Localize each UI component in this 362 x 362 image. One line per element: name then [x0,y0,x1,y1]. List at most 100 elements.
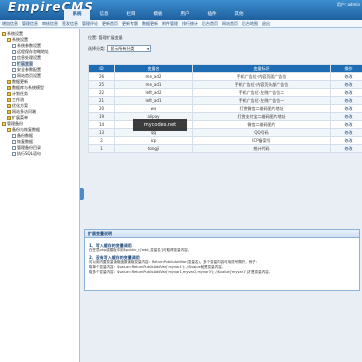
cell-label: 统计代码 [192,144,331,153]
tab-template[interactable]: 模板 [145,9,171,20]
folder-icon [7,110,11,114]
category-select-value: 显示所有分类 [110,46,135,51]
cell-varname: wx [114,104,193,113]
table-body: 26 me_ad2 手机广告位-内容页面广告位 修改 25 me_ad1 手机广告位-内容页… [88,72,362,153]
tab-system[interactable]: 系统 [64,9,90,20]
edit-link[interactable]: 修改 [330,144,362,153]
cell-label: 打赏微信二维码图片地址 [192,104,331,113]
edit-link[interactable]: 修改 [330,104,362,113]
edit-link[interactable]: 修改 [330,80,362,89]
column-header-varname[interactable]: 变量名 [114,64,193,73]
tab-plugin[interactable]: 插件 [199,9,225,20]
folder-icon [7,86,11,90]
edit-link[interactable]: 修改 [330,96,362,105]
help-text-2c: 取多个变量内容：$value=ReturnPublicAddVar('myvar… [89,270,273,274]
subnav-ranking[interactable]: 排行统计 [182,21,198,27]
table-row: 1 tongji 统计代码 修改 [88,144,362,153]
cell-label: 手机广告位-左侧广告位二 [192,88,331,97]
help-panel: 扩展变量说明 1、写入缓存的变量调用 在任意php或模板中用$public_r[… [84,229,360,291]
folder-icon [7,38,11,42]
tab-column[interactable]: 栏目 [118,9,144,20]
subnav-review-info[interactable]: 审核信息 [42,21,58,27]
column-header-label[interactable]: 变量标识 [192,64,331,73]
table-row: 21 left_ad1 手机广告位-左侧广告位一 修改 [88,96,362,105]
cell-label: QQ号码 [192,128,331,137]
page-icon [12,152,16,156]
user-info: 用户: admin [336,2,360,7]
top-nav: 系统 信息 栏目 模板 用户 插件 其他 [64,8,253,20]
tab-user[interactable]: 用户 [172,9,198,20]
page-icon [12,68,16,72]
table-row: 2 icp ICP备案号 修改 [88,136,362,145]
app-window: EmpireCMS 用户: admin 系统 信息 栏目 模板 用户 插件 其他… [0,0,362,362]
tab-other[interactable]: 其他 [226,9,252,20]
folder-icon [7,80,11,84]
cell-varname: left_ad2 [114,88,193,97]
cell-id: 14 [88,120,115,129]
chevron-down-icon: ▼ [147,47,150,51]
subnav-sign-info[interactable]: 签发信息 [62,21,78,27]
subnav-add-info[interactable]: 增加信息 [2,21,18,27]
edit-link[interactable]: 修改 [330,88,362,97]
page-icon [12,134,16,138]
subnav-data-update[interactable]: 数据更新 [142,21,158,27]
sub-nav: 增加信息 管理信息 审核信息 签发信息 管理评论 更新首页 更新专题 数据更新 … [0,20,362,28]
table-row: 19 alipay 打赏支付宝二维码图片地址 修改 [88,112,362,121]
page-icon [12,50,16,54]
edit-link[interactable]: 修改 [330,128,362,137]
edit-link[interactable]: 修改 [330,72,362,81]
cell-label: 手机广告位-左侧广告位一 [192,96,331,105]
extend-var-table: ID 变量名 变量标识 操作 26 me_ad2 手机广告位-内容页面广告位 修改 25… [88,64,362,153]
subnav-update-topics[interactable]: 更新专题 [122,21,138,27]
filter-label: 选择分类: [88,45,106,51]
subnav-logout[interactable]: 退出 [262,21,270,27]
header: EmpireCMS 用户: admin 系统 信息 栏目 模板 用户 插件 其他 [0,0,362,20]
subnav-admin-home[interactable]: 后台首页 [202,21,218,27]
sidebar-item[interactable]: 执行SQL语句 [0,151,79,157]
cell-id: 25 [88,80,115,89]
edit-link[interactable]: 修改 [330,120,362,129]
main-content: 位置: 管理扩展变量 选择分类: 显示所有分类 ▼ ID 变量名 变量标识 操作… [84,29,362,362]
watermark: mycodes.net [133,119,187,131]
tab-info[interactable]: 信息 [91,9,117,20]
category-filter: 选择分类: 显示所有分类 ▼ [88,45,152,52]
cell-id: 1 [88,144,115,153]
table-row: 26 me_ad2 手机广告位-内容页面广告位 修改 [88,72,362,81]
table-row: 13 qq QQ号码 修改 [88,128,362,137]
subnav-manage-comments[interactable]: 管理评论 [82,21,98,27]
cell-id: 22 [88,88,115,97]
cell-label: 微信二维码图片 [192,120,331,129]
cell-id: 20 [88,104,115,113]
cell-varname: left_ad1 [114,96,193,105]
edit-link[interactable]: 修改 [330,112,362,121]
subnav-attachments[interactable]: 附件管理 [162,21,178,27]
cell-varname: me_ad1 [114,80,193,89]
page-icon [12,44,16,48]
category-select[interactable]: 显示所有分类 ▼ [107,45,152,52]
sidebar-item-label: 执行SQL语句 [17,151,41,156]
column-header-id[interactable]: ID [88,64,115,73]
help-title: 扩展变量说明 [85,230,359,238]
cell-label: 打赏支付宝二维码图片地址 [192,112,331,121]
cell-id: 2 [88,136,115,145]
subnav-site-home[interactable]: 网站首页 [222,21,238,27]
page-icon [12,56,16,60]
cell-id: 21 [88,96,115,105]
table-row: 20 wx 打赏微信二维码图片地址 修改 [88,104,362,113]
breadcrumb: 位置: 管理扩展变量 [88,35,123,40]
edit-link[interactable]: 修改 [330,136,362,145]
folder-icon [7,92,11,96]
cell-varname: icp [114,136,193,145]
subnav-update-home[interactable]: 更新首页 [102,21,118,27]
subnav-manage-info[interactable]: 管理信息 [22,21,38,27]
folder-icon [7,116,11,120]
cell-label: 手机广告位-内容页头部广告位 [192,80,331,89]
subnav-admin-map[interactable]: 后台地图 [242,21,258,27]
folder-icon [7,98,11,102]
table-row: 14weixin微信二维码图片修改 [88,120,362,129]
cell-varname: me_ad2 [114,72,193,81]
folder-icon [7,128,11,132]
sidebar-tree: 系统设置 系统设置 系统参数设置 远程保存忽略地址 信息处理设置 扩展变量 安全参数配置 网站… [0,29,80,362]
help-text-1: 在任意php或模板中用$public_r['add_变量名']可取得变量内容。 [89,248,192,252]
cell-id: 13 [88,128,115,137]
